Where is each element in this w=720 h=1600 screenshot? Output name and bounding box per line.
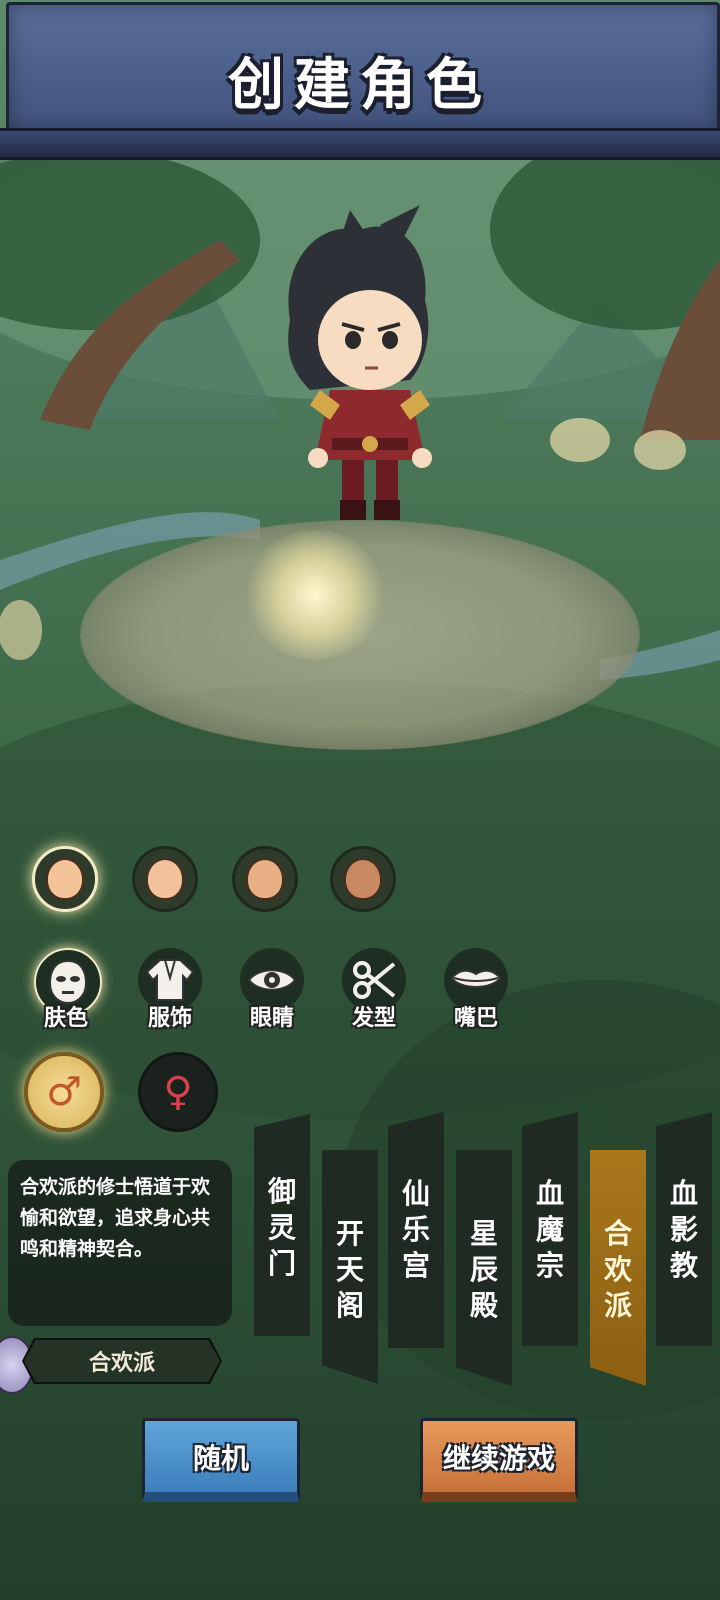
skin-tone-option-2[interactable] <box>132 846 198 912</box>
gender-female-button[interactable]: ♀ <box>138 1052 218 1132</box>
character-preview[interactable] <box>250 200 450 550</box>
sect-char: 殿 <box>469 1289 498 1322</box>
sect-banner-kaitiange[interactable]: 开 天 阁 <box>322 1150 378 1384</box>
sect-char: 血 <box>535 1177 564 1210</box>
female-icon: ♀ <box>163 1069 193 1115</box>
header-beam <box>0 128 720 160</box>
header-banner: 创建角色 <box>0 0 720 160</box>
game-scene: 创建角色 肤色 服饰 眼睛 发型 嘴巴 ♂ ♀ 合欢派的修士悟道于欢愉和欲望，追… <box>0 0 720 1600</box>
skin-swatch <box>246 858 284 900</box>
sect-char: 欢 <box>603 1253 632 1286</box>
gender-male-button[interactable]: ♂ <box>24 1052 104 1132</box>
sect-char: 灵 <box>267 1211 296 1244</box>
category-skin[interactable]: 肤色 <box>20 948 110 1048</box>
skin-swatch <box>46 858 84 900</box>
sect-char: 辰 <box>469 1253 498 1286</box>
category-mouth[interactable]: 嘴巴 <box>430 948 520 1048</box>
random-button[interactable]: 随机 <box>142 1418 300 1502</box>
sect-char: 血 <box>669 1177 698 1210</box>
sect-banner-yulingmen[interactable]: 御 灵 门 <box>254 1114 310 1336</box>
category-clothing[interactable]: 服饰 <box>124 948 214 1048</box>
page-title: 创建角色 <box>228 53 492 118</box>
category-label: 发型 <box>351 1006 396 1031</box>
skin-swatch <box>146 858 184 900</box>
skin-tone-option-3[interactable] <box>232 846 298 912</box>
skin-tone-option-1[interactable] <box>32 846 98 912</box>
sect-char: 仙 <box>401 1177 430 1210</box>
sect-description: 合欢派的修士悟道于欢愉和欲望，追求身心共鸣和精神契合。 <box>20 1176 211 1260</box>
sect-char: 御 <box>267 1175 296 1208</box>
male-icon: ♂ <box>46 1069 82 1115</box>
sect-char: 开 <box>335 1217 364 1250</box>
sect-banner-xianyuegong[interactable]: 仙 乐 宫 <box>388 1112 444 1348</box>
sect-char: 魔 <box>535 1213 564 1246</box>
sect-char: 阁 <box>335 1289 364 1322</box>
selected-sect-label: 合欢派 <box>24 1340 220 1382</box>
category-label: 肤色 <box>43 1006 88 1031</box>
sect-char: 天 <box>335 1253 364 1286</box>
skin-swatch <box>344 858 382 900</box>
sect-banner-xueyingjiao[interactable]: 血 影 教 <box>656 1112 712 1346</box>
sect-banner-hehuanpai[interactable]: 合 欢 派 <box>590 1150 646 1386</box>
sect-char: 教 <box>669 1249 698 1282</box>
sect-description-panel: 合欢派的修士悟道于欢愉和欲望，追求身心共鸣和精神契合。 <box>8 1160 232 1326</box>
sect-char: 门 <box>267 1247 296 1280</box>
sect-char: 乐 <box>401 1213 430 1246</box>
sect-banner-xuemozong[interactable]: 血 魔 宗 <box>522 1112 578 1346</box>
category-label: 嘴巴 <box>453 1006 498 1031</box>
sect-char: 影 <box>669 1213 698 1246</box>
category-hairstyle[interactable]: 发型 <box>328 948 418 1048</box>
sect-banner-xingchendian[interactable]: 星 辰 殿 <box>456 1150 512 1386</box>
category-label: 眼睛 <box>249 1006 294 1031</box>
skin-tone-option-4[interactable] <box>330 846 396 912</box>
sect-char: 宫 <box>401 1249 430 1282</box>
sect-char: 星 <box>469 1217 498 1250</box>
category-eyes[interactable]: 眼睛 <box>226 948 316 1048</box>
sect-char: 派 <box>603 1289 632 1322</box>
sect-char: 合 <box>603 1217 632 1250</box>
continue-game-button[interactable]: 继续游戏 <box>420 1418 578 1502</box>
category-label: 服饰 <box>147 1006 192 1031</box>
sect-char: 宗 <box>535 1249 564 1282</box>
